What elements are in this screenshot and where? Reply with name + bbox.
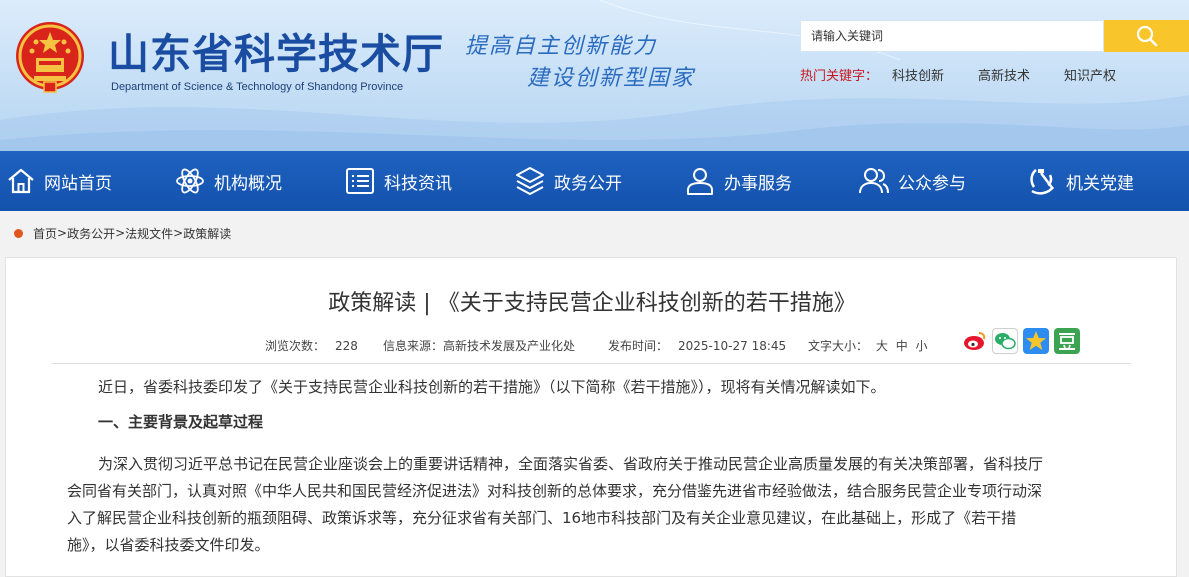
share-weibo[interactable] <box>962 328 988 354</box>
user-icon <box>687 168 713 195</box>
nav-label: 科技资讯 <box>384 173 452 194</box>
font-size-label: 文字大小： <box>808 339 869 353</box>
source-label: 信息来源： <box>383 339 444 353</box>
weibo-icon <box>964 332 986 350</box>
layers-icon <box>516 167 544 195</box>
breadcrumb-gov-affairs[interactable]: 政务公开 <box>67 225 115 242</box>
search-input[interactable] <box>801 21 1103 51</box>
views-meta: 浏览次数： 228 <box>265 337 358 354</box>
home-icon <box>8 168 34 194</box>
breadcrumb-separator: > <box>115 226 126 240</box>
hot-keywords-label: 热门关键字： <box>800 69 879 84</box>
nav-label: 公众参与 <box>898 173 966 194</box>
article-section-heading: 一、主要背景及起草过程 <box>98 413 264 431</box>
breadcrumb: 首页 > 政务公开 > 法规文件 > 政策解读 <box>14 225 231 241</box>
article-paragraph-line: 为深入贯彻习近平总书记在民营企业座谈会上的重要讲话精神，全面落实省委、省政府关于… <box>98 455 1044 473</box>
font-size-medium[interactable]: 中 <box>896 339 908 353</box>
nav-label: 政务公开 <box>554 173 622 194</box>
slogan-line-1: 提高自主创新能力 <box>465 34 658 59</box>
nav-item-gov-affairs[interactable]: 政务公开 <box>514 151 622 211</box>
article-paragraph-line: 施》，以省委科技委文件印发。 <box>67 536 270 554</box>
search-box <box>800 20 1104 52</box>
share-qzone[interactable] <box>1023 328 1049 354</box>
breadcrumb-regulations[interactable]: 法规文件 <box>125 225 173 242</box>
hot-keyword-sci-innovation[interactable]: 科技创新 <box>892 65 944 84</box>
font-size-large[interactable]: 大 <box>876 339 888 353</box>
source-value: 高新技术发展及产业化处 <box>443 339 576 353</box>
main-nav: 网站首页 机构概况 科技资讯 政务公开 办事服务 公众参与 机关党建 <box>0 151 1189 211</box>
nav-label: 机构概况 <box>214 173 282 194</box>
article-paragraph-line: 入了解民营企业科技创新的瓶颈阻碍、政策诉求等，充分征求省有关部门、16地市科技部… <box>67 509 1017 527</box>
nav-item-news[interactable]: 科技资讯 <box>344 151 452 211</box>
breadcrumb-policy-interpretation[interactable]: 政策解读 <box>183 225 231 242</box>
share-douban[interactable] <box>1054 328 1080 354</box>
nav-item-services[interactable]: 办事服务 <box>684 151 792 211</box>
nav-label: 机关党建 <box>1066 173 1134 194</box>
site-subtitle: Department of Science & Technology of Sh… <box>111 81 404 93</box>
qzone-star-icon <box>1026 331 1046 350</box>
share-wechat[interactable] <box>992 328 1018 354</box>
hot-keyword-high-tech[interactable]: 高新技术 <box>978 65 1030 84</box>
article-paragraph-line: 会同省有关部门，认真对照《中华人民共和国民营经济促进法》对科技创新的总体要求，充… <box>67 482 1043 500</box>
hot-keyword-ip[interactable]: 知识产权 <box>1064 65 1116 84</box>
users-icon <box>859 168 889 194</box>
date-label: 发布时间： <box>608 339 669 353</box>
date-meta: 发布时间： 2025-10-27 18:45 <box>608 337 786 354</box>
nav-item-party[interactable]: 机关党建 <box>1026 151 1134 211</box>
nav-item-organization[interactable]: 机构概况 <box>174 151 282 211</box>
wechat-icon <box>995 333 1016 350</box>
nav-label: 办事服务 <box>724 173 792 194</box>
article-container: 政策解读 | 《关于支持民营企业科技创新的若干措施》 浏览次数： 228 信息来源… <box>5 257 1177 577</box>
breadcrumb-dot-icon <box>14 228 23 238</box>
date-value: 2025-10-27 18:45 <box>678 339 787 353</box>
nav-item-home[interactable]: 网站首页 <box>6 151 112 211</box>
atom-icon <box>176 168 204 194</box>
article-title: 政策解读 | 《关于支持民营企业科技创新的若干措施》 <box>328 291 856 316</box>
font-size-small[interactable]: 小 <box>916 339 928 353</box>
nav-label: 网站首页 <box>44 173 112 194</box>
views-label: 浏览次数： <box>265 339 326 353</box>
douban-icon <box>1059 333 1075 350</box>
slogan-line-2: 建设创新型国家 <box>527 66 696 91</box>
breadcrumb-separator: > <box>173 226 184 240</box>
site-title: 山东省科学技术厅 <box>108 30 444 78</box>
site-header: 山东省科学技术厅 Department of Science & Technol… <box>0 0 1189 151</box>
source-meta: 信息来源：高新技术发展及产业化处 <box>383 337 575 354</box>
article-paragraph-intro: 近日，省委科技委印发了《关于支持民营企业科技创新的若干措施》（以下简称《若干措施… <box>98 378 886 396</box>
search-icon <box>1136 25 1157 47</box>
breadcrumb-home[interactable]: 首页 <box>33 225 57 242</box>
national-emblem-icon <box>16 22 84 93</box>
party-emblem-icon <box>1030 169 1055 195</box>
news-list-icon <box>346 168 374 194</box>
meta-divider <box>51 363 1131 364</box>
nav-item-public[interactable]: 公众参与 <box>858 151 966 211</box>
font-size-meta: 文字大小： 大 中 小 <box>808 337 928 354</box>
views-count: 228 <box>335 339 358 353</box>
breadcrumb-separator: > <box>57 226 68 240</box>
search-button[interactable] <box>1104 20 1189 52</box>
